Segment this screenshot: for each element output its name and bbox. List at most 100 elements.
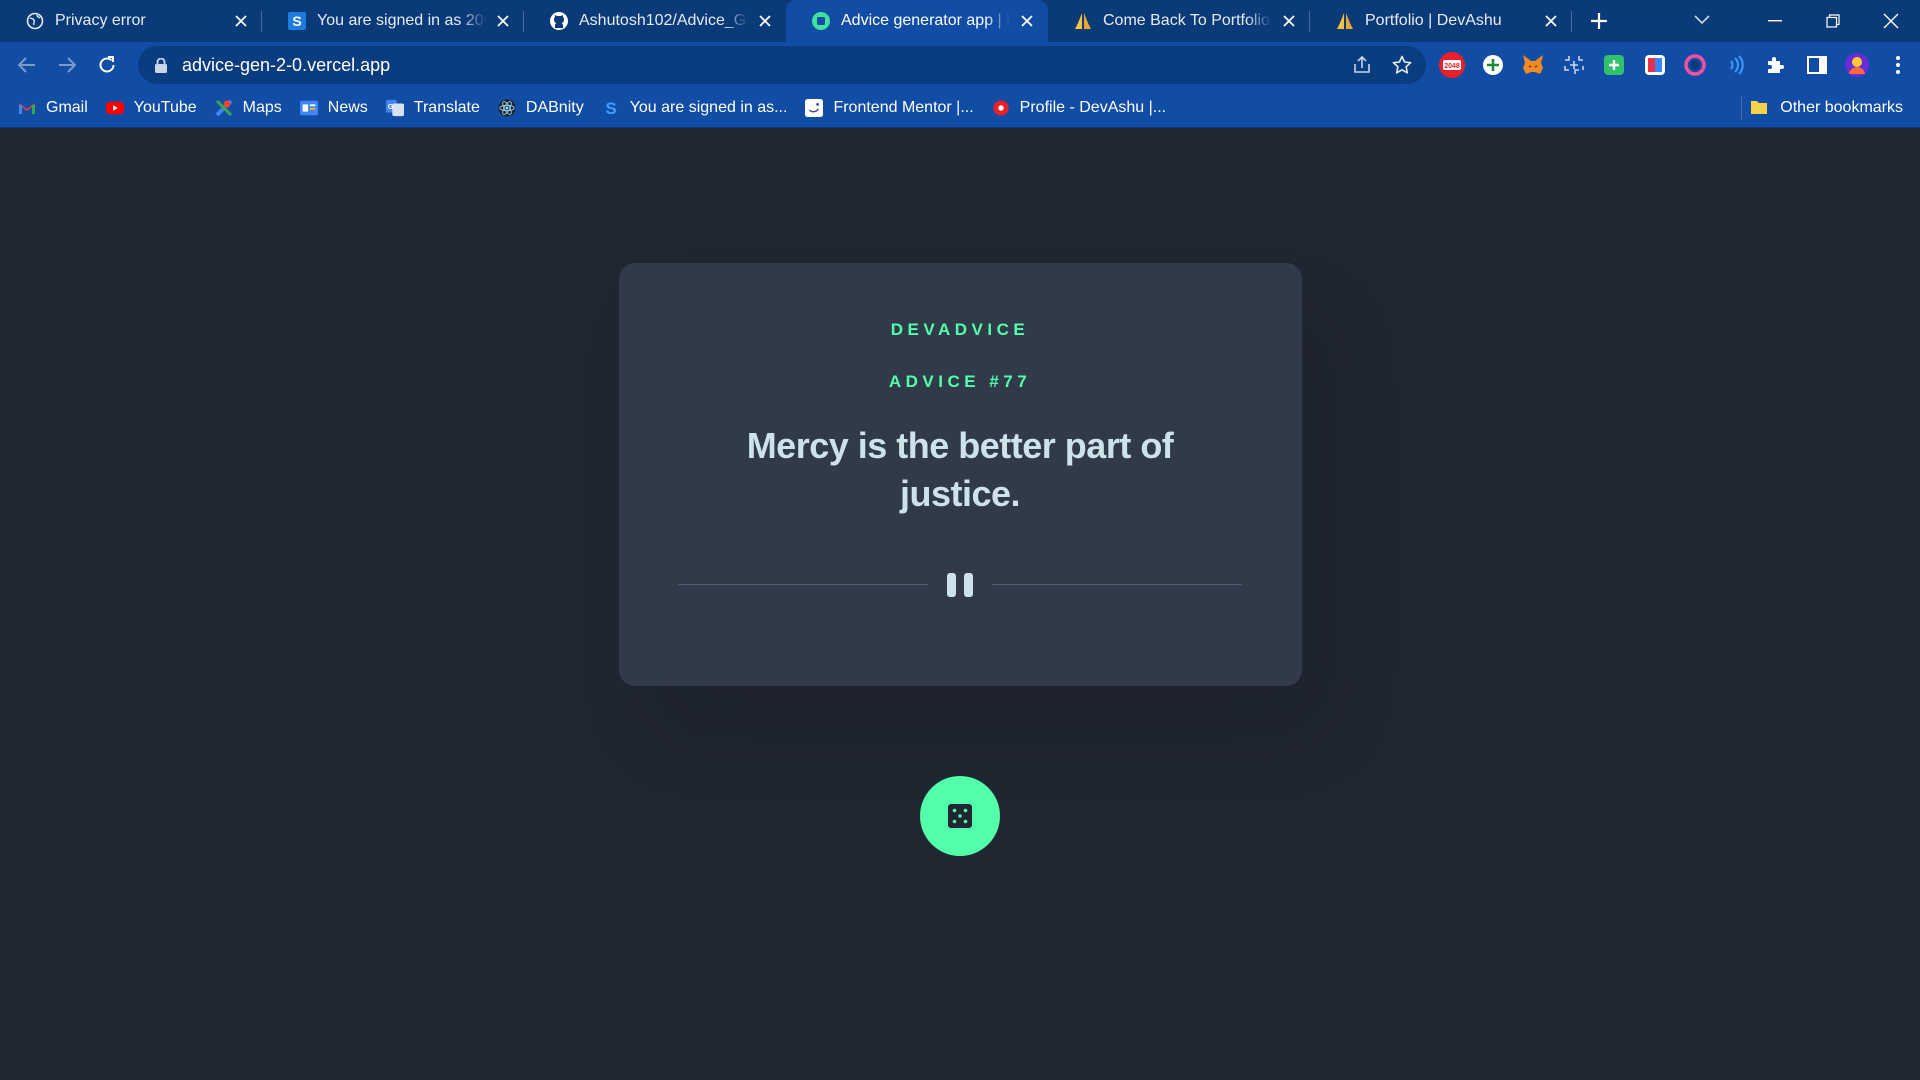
browser-toolbar: advice-gen-2-0.vercel.app 2048 [0,42,1920,88]
s-logo-icon: S [287,11,307,31]
reload-button[interactable] [87,45,127,85]
share-button[interactable] [1342,47,1382,83]
extension-screenshot[interactable] [1554,47,1595,83]
bookmark-label: News [327,98,368,116]
github-icon [549,11,569,31]
globe-icon [25,11,45,31]
bookmark-maps[interactable]: Maps [206,92,291,124]
bookmark-label: Frontend Mentor |... [833,98,974,116]
share-icon [1354,56,1370,73]
extension-green[interactable] [1594,47,1635,83]
arrow-left-icon [18,57,35,73]
close-tab-icon[interactable] [1542,12,1560,30]
praying-hands-icon [1335,11,1355,31]
kebab-menu-icon [1895,56,1900,74]
bookmark-frontend-mentor[interactable]: Frontend Mentor |... [796,92,982,124]
palette-icon [1644,55,1665,75]
back-button[interactable] [7,45,47,85]
divider-line-right [992,584,1242,585]
s-logo-icon: S [602,99,620,117]
close-tab-icon[interactable] [1280,12,1298,30]
bookmarks-bar: Gmail YouTube Maps News G Translate DABn… [0,88,1920,128]
minimize-button[interactable] [1746,0,1804,42]
other-bookmarks-folder[interactable]: Other bookmarks [1750,92,1903,124]
plus-circle-icon [1482,55,1503,75]
extension-2048[interactable]: 2048 [1432,47,1473,83]
close-tab-icon[interactable] [1018,12,1036,30]
window-controls [1746,0,1920,42]
url-text[interactable]: advice-gen-2-0.vercel.app [182,55,390,76]
tab-title: Come Back To Portfolio [1103,12,1270,29]
avatar [1845,53,1870,77]
profile-button[interactable] [1837,47,1878,83]
tab-github-repo[interactable]: Ashutosh102/Advice_Gen_2 [524,0,786,42]
side-panel-button[interactable] [1797,47,1838,83]
tab-list: Privacy error S You are signed in as 20C… [0,0,1620,42]
reload-icon [99,56,115,73]
extensions-menu-button[interactable] [1756,47,1797,83]
tab-search-button[interactable] [1680,0,1724,40]
tab-signed-in[interactable]: S You are signed in as 20CSE1 [262,0,524,42]
bookmark-youtube[interactable]: YouTube [97,92,206,124]
record-icon [992,99,1010,117]
gmail-icon [18,99,36,117]
praying-hands-icon [1073,11,1093,31]
extension-metamask[interactable] [1513,47,1554,83]
pause-icon [947,573,973,597]
bookmark-profile-devashu[interactable]: Profile - DevAshu |... [983,92,1175,124]
app-green-icon [1604,55,1625,75]
extension-voice[interactable] [1716,47,1757,83]
lock-icon[interactable] [152,56,170,74]
other-bookmarks-label: Other bookmarks [1780,99,1903,116]
extension-colorpick[interactable] [1635,47,1676,83]
forward-button[interactable] [47,45,87,85]
close-tab-icon[interactable] [232,12,250,30]
frontend-mentor-icon [805,98,824,117]
bookmark-label: DABnity [525,98,584,116]
arrow-right-icon [59,57,76,73]
bookmark-label: Gmail [46,98,88,116]
bookmark-news[interactable]: News [291,92,377,124]
react-icon [498,98,516,117]
bookmark-dabnity[interactable]: DABnity [489,92,593,124]
fox-icon [1523,55,1544,74]
bookmark-label: YouTube [133,98,197,116]
news-icon [299,99,318,117]
bookmark-translate[interactable]: G Translate [377,92,489,124]
tab-portfolio-devashu[interactable]: Portfolio | DevAshu [1310,0,1572,42]
new-advice-button[interactable] [920,776,1000,856]
close-tab-icon[interactable] [756,12,774,30]
new-tab-button[interactable] [1578,0,1620,42]
extensions-area: 2048 [1432,47,1918,83]
tab-privacy-error[interactable]: Privacy error [0,0,262,42]
svg-text:S: S [292,13,301,29]
close-tab-icon[interactable] [494,12,512,30]
extension-add[interactable] [1473,47,1514,83]
pattern-divider [678,573,1242,597]
close-icon [1883,13,1899,29]
tab-title: Ashutosh102/Advice_Gen_2 [579,12,748,29]
tab-come-back-to-portfolio[interactable]: Come Back To Portfolio [1048,0,1310,42]
bookmark-star-button[interactable] [1382,47,1422,83]
ring-icon [1684,54,1706,76]
bookmark-label: Translate [413,98,480,116]
folder-icon [1750,99,1768,117]
chrome-menu-button[interactable] [1878,47,1919,83]
extension-ring[interactable] [1675,47,1716,83]
address-bar[interactable]: advice-gen-2-0.vercel.app [138,46,1426,84]
translate-icon: G [385,99,404,117]
advice-number: ADVICE #77 [888,372,1032,391]
minimize-icon [1768,20,1782,22]
frontend-mentor-icon [811,11,831,31]
bookmark-gmail[interactable]: Gmail [0,92,97,124]
side-panel-icon [1806,56,1827,74]
close-window-button[interactable] [1862,0,1920,42]
dice-icon [948,804,972,828]
divider-line-left [678,584,928,585]
bookmark-signed-in[interactable]: S You are signed in as... [593,92,797,124]
restore-button[interactable] [1804,0,1862,42]
maps-icon [215,99,233,117]
tab-advice-generator[interactable]: Advice generator app | Fron [786,0,1048,42]
game-2048-icon: 2048 [1439,52,1466,78]
advice-quote: Mercy is the better part of justice. [746,425,1174,514]
